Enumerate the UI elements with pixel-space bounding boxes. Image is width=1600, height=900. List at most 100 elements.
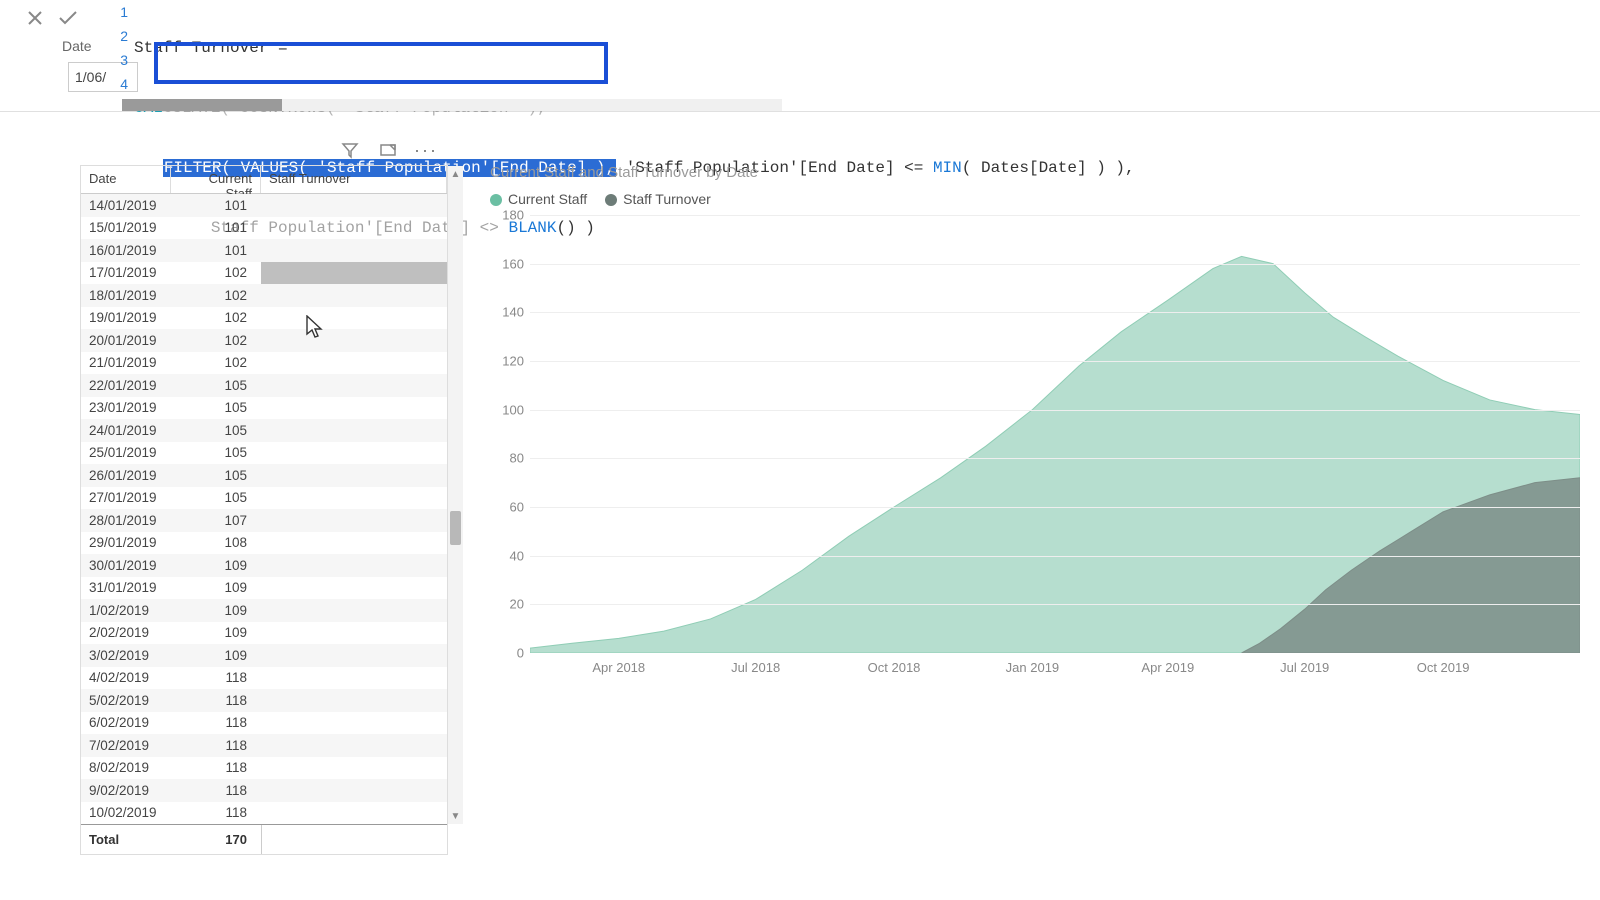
x-tick-label: Oct 2018 bbox=[868, 660, 921, 675]
table-row[interactable]: 17/01/2019102 bbox=[81, 262, 447, 285]
table-row[interactable]: 21/01/2019102 bbox=[81, 352, 447, 375]
scroll-up-icon[interactable]: ▲ bbox=[448, 166, 463, 182]
table-row[interactable]: 8/02/2019118 bbox=[81, 757, 447, 780]
gridline bbox=[530, 604, 1580, 605]
cell-date: 9/02/2019 bbox=[81, 783, 171, 798]
cell-current-staff: 109 bbox=[171, 625, 261, 640]
table-row[interactable]: 16/01/2019101 bbox=[81, 239, 447, 262]
cell-current-staff: 101 bbox=[171, 198, 261, 213]
table-row[interactable]: 6/02/2019118 bbox=[81, 712, 447, 735]
table-row[interactable]: 22/01/2019105 bbox=[81, 374, 447, 397]
line-number: 4 bbox=[110, 72, 128, 96]
table-row[interactable]: 15/01/2019101 bbox=[81, 217, 447, 240]
gridline bbox=[530, 458, 1580, 459]
table-row[interactable]: 18/01/2019102 bbox=[81, 284, 447, 307]
cell-date: 22/01/2019 bbox=[81, 378, 171, 393]
scroll-down-icon[interactable]: ▼ bbox=[448, 808, 463, 824]
y-tick-label: 60 bbox=[490, 500, 524, 515]
table-row[interactable]: 28/01/2019107 bbox=[81, 509, 447, 532]
legend-item-current-staff[interactable]: Current Staff bbox=[490, 191, 587, 207]
legend-swatch bbox=[490, 194, 502, 206]
table-row[interactable]: 24/01/2019105 bbox=[81, 419, 447, 442]
table-row[interactable]: 31/01/2019109 bbox=[81, 577, 447, 600]
legend-item-staff-turnover[interactable]: Staff Turnover bbox=[605, 191, 711, 207]
y-tick-label: 80 bbox=[490, 451, 524, 466]
gridline bbox=[530, 410, 1580, 411]
total-value: 170 bbox=[171, 832, 261, 847]
y-tick-label: 120 bbox=[490, 354, 524, 369]
cell-date: 4/02/2019 bbox=[81, 670, 171, 685]
table-row[interactable]: 4/02/2019118 bbox=[81, 667, 447, 690]
table-row[interactable]: 30/01/2019109 bbox=[81, 554, 447, 577]
cell-current-staff: 107 bbox=[171, 513, 261, 528]
y-tick-label: 140 bbox=[490, 305, 524, 320]
scrollbar-thumb[interactable] bbox=[450, 511, 461, 545]
cell-date: 19/01/2019 bbox=[81, 310, 171, 325]
cell-date: 15/01/2019 bbox=[81, 220, 171, 235]
table-row[interactable]: 1/02/2019109 bbox=[81, 599, 447, 622]
table-body[interactable]: 14/01/201910115/01/201910116/01/20191011… bbox=[81, 194, 447, 824]
cell-staff-turnover bbox=[261, 262, 447, 285]
y-tick-label: 180 bbox=[490, 208, 524, 223]
table-row[interactable]: 19/01/2019102 bbox=[81, 307, 447, 330]
total-empty bbox=[261, 825, 447, 854]
y-tick-label: 100 bbox=[490, 402, 524, 417]
cell-date: 2/02/2019 bbox=[81, 625, 171, 640]
data-table[interactable]: Date Current Staff Staff Turnover 14/01/… bbox=[80, 165, 448, 855]
table-row[interactable]: 10/02/2019118 bbox=[81, 802, 447, 825]
gridline bbox=[530, 264, 1580, 265]
cell-date: 3/02/2019 bbox=[81, 648, 171, 663]
cell-date: 25/01/2019 bbox=[81, 445, 171, 460]
table-row[interactable]: 20/01/2019102 bbox=[81, 329, 447, 352]
table-row[interactable]: 23/01/2019105 bbox=[81, 397, 447, 420]
cell-date: 20/01/2019 bbox=[81, 333, 171, 348]
y-tick-label: 160 bbox=[490, 256, 524, 271]
table-row[interactable]: 14/01/2019101 bbox=[81, 194, 447, 217]
column-header-date[interactable]: Date bbox=[81, 166, 171, 193]
x-tick-label: Jul 2018 bbox=[731, 660, 780, 675]
measure-name: Staff Turnover = bbox=[134, 39, 288, 57]
x-tick-label: Apr 2018 bbox=[592, 660, 645, 675]
horizontal-scrollbar[interactable] bbox=[122, 99, 782, 111]
cell-date: 30/01/2019 bbox=[81, 558, 171, 573]
filter-icon[interactable] bbox=[340, 140, 360, 160]
x-tick-label: Apr 2019 bbox=[1141, 660, 1194, 675]
scrollbar-thumb[interactable] bbox=[122, 99, 282, 111]
line-number-gutter: 1 2 3 4 bbox=[110, 0, 128, 96]
table-row[interactable]: 3/02/2019109 bbox=[81, 644, 447, 667]
table-row[interactable]: 5/02/2019118 bbox=[81, 689, 447, 712]
table-row[interactable]: 27/01/2019105 bbox=[81, 487, 447, 510]
cell-current-staff: 102 bbox=[171, 288, 261, 303]
cell-current-staff: 118 bbox=[171, 760, 261, 775]
table-row[interactable]: 7/02/2019118 bbox=[81, 734, 447, 757]
cell-current-staff: 105 bbox=[171, 378, 261, 393]
table-row[interactable]: 9/02/2019118 bbox=[81, 779, 447, 802]
legend-label: Staff Turnover bbox=[623, 191, 711, 207]
table-row[interactable]: 26/01/2019105 bbox=[81, 464, 447, 487]
commit-icon[interactable] bbox=[58, 9, 78, 27]
cancel-icon[interactable] bbox=[26, 9, 44, 27]
column-header-staff-turnover[interactable]: Staff Turnover bbox=[261, 166, 447, 193]
cell-date: 26/01/2019 bbox=[81, 468, 171, 483]
cell-current-staff: 101 bbox=[171, 243, 261, 258]
gridline bbox=[530, 556, 1580, 557]
chart-plot-area[interactable]: Apr 2018Jul 2018Oct 2018Jan 2019Apr 2019… bbox=[490, 215, 1580, 675]
cell-current-staff: 105 bbox=[171, 400, 261, 415]
cell-current-staff: 105 bbox=[171, 490, 261, 505]
area-chart[interactable]: Current Staff and Staff Turnover by Date… bbox=[490, 164, 1580, 760]
gridline bbox=[530, 312, 1580, 313]
gridline bbox=[530, 361, 1580, 362]
focus-mode-icon[interactable] bbox=[378, 140, 398, 160]
cell-date: 10/02/2019 bbox=[81, 805, 171, 820]
table-row[interactable]: 2/02/2019109 bbox=[81, 622, 447, 645]
date-field-label: Date bbox=[62, 38, 92, 54]
vertical-scrollbar[interactable]: ▲ ▼ bbox=[448, 166, 463, 824]
cell-date: 28/01/2019 bbox=[81, 513, 171, 528]
cell-date: 31/01/2019 bbox=[81, 580, 171, 595]
cell-current-staff: 108 bbox=[171, 535, 261, 550]
table-row[interactable]: 29/01/2019108 bbox=[81, 532, 447, 555]
cell-current-staff: 118 bbox=[171, 693, 261, 708]
column-header-current-staff[interactable]: Current Staff bbox=[171, 166, 261, 193]
more-options-icon[interactable]: ··· bbox=[416, 140, 436, 160]
table-row[interactable]: 25/01/2019105 bbox=[81, 442, 447, 465]
